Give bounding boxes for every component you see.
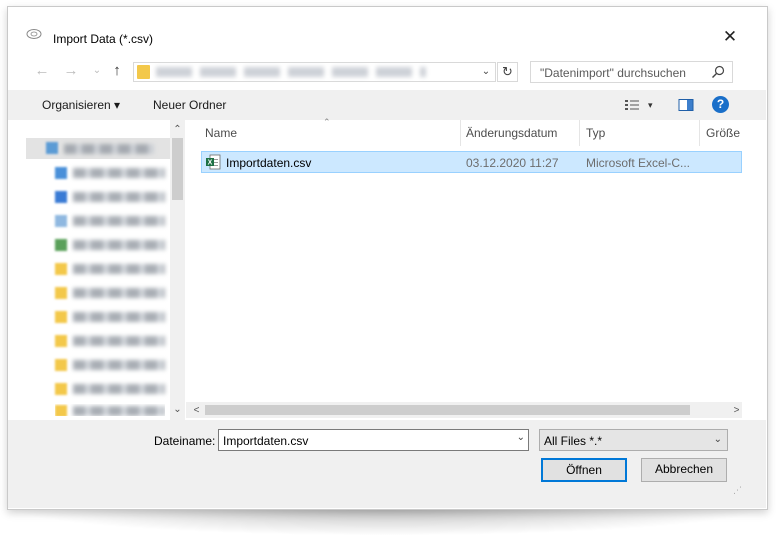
nav-item-icon (55, 239, 67, 251)
horizontal-scroll-thumb[interactable] (205, 405, 690, 415)
file-name[interactable]: Importdaten.csv (226, 156, 311, 170)
folder-icon (55, 405, 67, 416)
app-icon (26, 29, 42, 39)
nav-item-icon (46, 142, 58, 154)
back-arrow-icon[interactable]: ← (34, 63, 50, 79)
chevron-down-icon[interactable]: ⌄ (479, 64, 493, 80)
scroll-up-icon[interactable]: ⌃ (170, 124, 185, 135)
folder-icon (55, 335, 67, 347)
folder-icon (55, 311, 67, 323)
column-header-size[interactable]: Größe (706, 126, 740, 140)
column-divider[interactable] (699, 120, 700, 146)
nav-item-label-blurred (64, 144, 154, 154)
folder-icon (55, 359, 67, 371)
nav-item-label-blurred (73, 360, 165, 370)
search-box[interactable]: "Datenimport" durchsuchen (530, 61, 733, 83)
excel-csv-file-icon: X (206, 154, 221, 170)
nav-item-selected[interactable] (26, 138, 170, 159)
nav-item-icon (55, 215, 67, 227)
folder-icon (55, 383, 67, 395)
nav-item[interactable] (55, 286, 165, 300)
nav-item-label-blurred (73, 288, 165, 298)
column-header-type[interactable]: Typ (586, 126, 605, 140)
address-path-blurred (156, 67, 426, 77)
file-date: 03.12.2020 11:27 (466, 156, 559, 170)
nav-scroll-thumb[interactable] (172, 138, 183, 200)
nav-item-label-blurred (73, 406, 165, 416)
nav-item[interactable] (55, 166, 165, 180)
nav-item[interactable] (55, 358, 165, 372)
open-button[interactable]: Öffnen (541, 458, 627, 482)
nav-item-label-blurred (73, 192, 165, 202)
chevron-down-icon[interactable]: ⌄ (714, 434, 722, 445)
preview-pane-icon[interactable] (678, 98, 694, 112)
nav-item-label-blurred (73, 312, 165, 322)
nav-item[interactable] (55, 310, 165, 324)
nav-item[interactable] (55, 190, 165, 204)
folder-icon (55, 263, 67, 275)
filename-value[interactable]: Importdaten.csv (223, 434, 308, 448)
nav-item[interactable] (55, 214, 165, 228)
nav-item[interactable] (55, 404, 165, 416)
help-icon[interactable]: ? (712, 96, 729, 113)
cancel-button[interactable]: Abbrechen (641, 458, 727, 482)
nav-item[interactable] (55, 382, 165, 396)
scroll-down-icon[interactable]: ⌄ (170, 404, 185, 415)
chevron-down-icon[interactable]: ⌄ (517, 432, 525, 443)
new-folder-button[interactable]: Neuer Ordner (153, 98, 226, 112)
column-header-date[interactable]: Änderungsdatum (466, 126, 557, 140)
nav-item-label-blurred (73, 216, 165, 226)
nav-item-label-blurred (73, 384, 165, 394)
search-icon (712, 65, 725, 78)
nav-item-icon (55, 191, 67, 203)
nav-item-icon (55, 167, 67, 179)
svg-text:X: X (208, 160, 213, 167)
scroll-right-icon[interactable]: > (729, 405, 744, 416)
sort-arrow-icon: ⌃ (323, 117, 331, 127)
column-header-name[interactable]: Name (205, 126, 237, 140)
column-divider[interactable] (579, 120, 580, 146)
filetype-value[interactable]: All Files *.* (544, 434, 602, 448)
recent-locations-chevron-icon[interactable]: ⌄ (89, 63, 105, 79)
up-arrow-icon[interactable]: ↑ (109, 63, 125, 79)
search-input[interactable]: "Datenimport" durchsuchen (540, 66, 686, 80)
nav-item-label-blurred (73, 264, 165, 274)
nav-item-label-blurred (73, 336, 165, 346)
filetype-select[interactable]: All Files *.* ⌄ (539, 429, 728, 451)
view-dropdown-icon[interactable]: ▾ (648, 98, 658, 112)
address-bar[interactable]: ⌄ (133, 62, 496, 82)
forward-arrow-icon[interactable]: → (63, 63, 79, 79)
refresh-icon[interactable]: ↻ (497, 62, 518, 82)
nav-item[interactable] (55, 238, 165, 252)
view-details-icon[interactable] (624, 98, 640, 112)
filename-label: Dateiname: (154, 434, 216, 448)
nav-item-label-blurred (73, 240, 165, 250)
resize-grip-icon[interactable]: ⋰ (733, 485, 743, 495)
folder-icon (137, 65, 150, 79)
close-icon[interactable]: ✕ (722, 28, 738, 45)
filename-field[interactable]: Importdaten.csv ⌄ (218, 429, 529, 451)
file-type: Microsoft Excel-C... (586, 156, 691, 170)
nav-item-label-blurred (73, 168, 165, 178)
organize-button[interactable]: Organisieren ▾ (42, 98, 120, 112)
window-title: Import Data (*.csv) (53, 32, 154, 46)
column-divider[interactable] (460, 120, 461, 146)
nav-item[interactable] (55, 262, 165, 276)
folder-icon (55, 287, 67, 299)
scroll-left-icon[interactable]: < (189, 405, 204, 416)
nav-item[interactable] (55, 334, 165, 348)
